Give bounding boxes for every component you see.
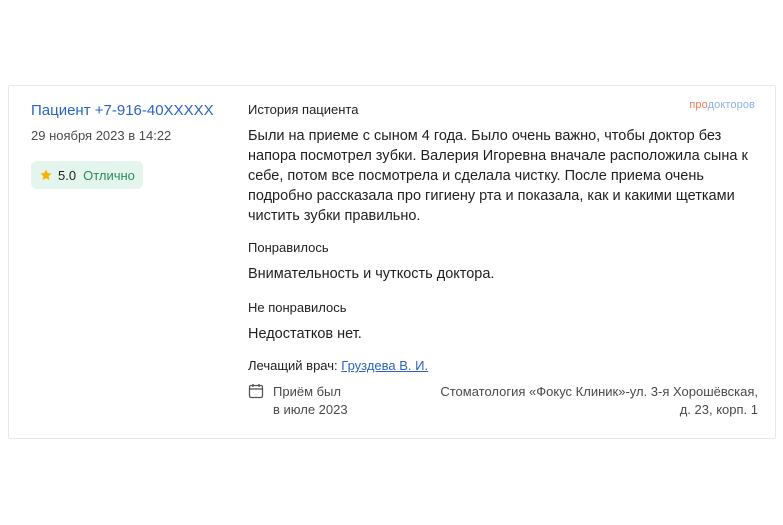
clinic-line-1: Стоматология «Фокус Клиник»-ул. 3-я Хоро…: [440, 384, 758, 399]
rating-score: 5.0: [58, 167, 77, 183]
history-title: История пациента: [248, 102, 359, 117]
liked-title: Понравилось: [248, 240, 329, 255]
disliked-text: Недостатков нет.: [248, 326, 362, 342]
visit-line-2: в июле 2023: [273, 402, 348, 417]
review-card: Пациент +7-916-40XXXXX 29 ноября 2023 в …: [8, 85, 776, 439]
doctor-label: Лечащий врач:: [248, 358, 338, 373]
clinic-address: Стоматология «Фокус Клиник»-ул. 3-я Хоро…: [418, 383, 758, 419]
review-content: История пациента Были на приеме с сыном …: [248, 102, 758, 373]
disliked-title: Не понравилось: [248, 300, 347, 315]
rating-word: Отлично: [83, 167, 135, 183]
rating-badge: 5.0 Отлично: [31, 161, 143, 189]
visit-info: Приём был в июле 2023 Стоматология «Фоку…: [248, 383, 758, 423]
calendar-icon: [248, 384, 264, 399]
patient-name: Пациент +7-916-40XXXXX: [31, 102, 214, 119]
visit-date: Приём был в июле 2023: [273, 383, 348, 419]
clinic-line-2: д. 23, корп. 1: [679, 402, 758, 417]
review-date: 29 ноября 2023 в 14:22: [31, 128, 172, 143]
review-author-block: Пациент +7-916-40XXXXX 29 ноября 2023 в …: [31, 102, 231, 189]
liked-text: Внимательность и чуткость доктора.: [248, 266, 495, 282]
visit-line-1: Приём был: [273, 384, 341, 399]
doctor-line: Лечащий врач: Груздева В. И.: [248, 358, 758, 373]
star-icon: [40, 169, 52, 181]
history-text: Были на приеме с сыном 4 года. Было очен…: [248, 128, 748, 224]
doctor-link[interactable]: Груздева В. И.: [341, 358, 428, 373]
